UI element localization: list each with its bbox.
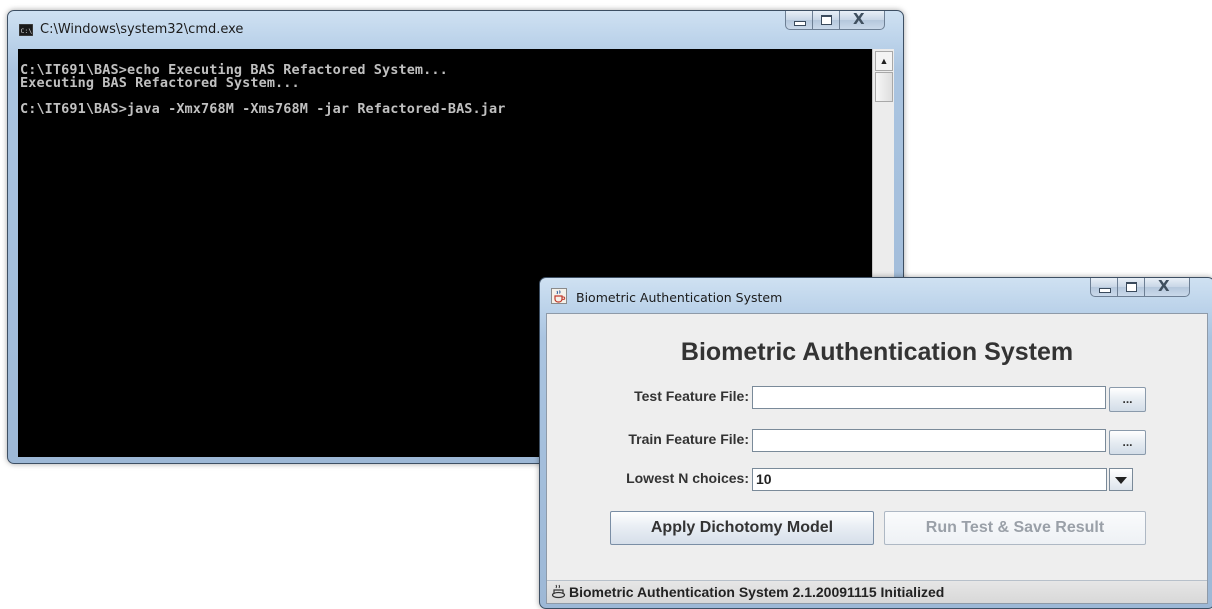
lowest-n-select[interactable]: 10 [752, 468, 1107, 491]
maximize-button[interactable] [1117, 278, 1144, 297]
close-icon: X [1158, 277, 1170, 295]
scroll-thumb[interactable] [875, 72, 893, 102]
status-icon [551, 584, 566, 599]
minimize-button[interactable] [1090, 278, 1117, 297]
close-icon: X [853, 10, 865, 28]
minimize-button[interactable] [785, 11, 812, 30]
cmd-caption-buttons: X [785, 10, 885, 31]
console-text: C:\IT691\BAS>echo Executing BAS Refactor… [20, 62, 506, 117]
biometric-titlebar[interactable]: Biometric Authentication System X [540, 277, 1212, 314]
page-title: Biometric Authentication System [680, 338, 1074, 366]
browse-train-button[interactable]: ... [1109, 430, 1146, 455]
chevron-down-icon [1115, 477, 1127, 484]
maximize-icon [1126, 282, 1137, 292]
lowest-n-label: Lowest N choices: [626, 470, 749, 486]
test-feature-field[interactable] [752, 386, 1106, 409]
train-feature-field[interactable] [752, 429, 1106, 452]
biometric-caption-buttons: X [1090, 277, 1190, 298]
cmd-app-icon: C:\ [19, 24, 33, 36]
cmd-titlebar[interactable]: C:\ C:\Windows\system32\cmd.exe X [8, 10, 903, 47]
browse-test-button[interactable]: ... [1109, 387, 1146, 412]
minimize-icon [1099, 288, 1111, 293]
train-feature-label: Train Feature File: [628, 431, 749, 447]
java-cup-icon [551, 288, 567, 304]
status-bar: Biometric Authentication System 2.1.2009… [547, 580, 1207, 603]
biometric-window-title: Biometric Authentication System [576, 290, 783, 305]
test-feature-label: Test Feature File: [634, 388, 749, 404]
biometric-content: Biometric Authentication System Test Fea… [546, 313, 1208, 604]
close-button[interactable]: X [839, 10, 885, 30]
maximize-button[interactable] [812, 11, 839, 30]
lowest-n-dropdown-button[interactable] [1109, 468, 1133, 491]
svg-text:C:\: C:\ [21, 27, 33, 35]
maximize-icon [821, 15, 832, 25]
scroll-up-button[interactable]: ▲ [875, 51, 893, 71]
apply-dichotomy-button[interactable]: Apply Dichotomy Model [610, 511, 874, 545]
status-text: Biometric Authentication System 2.1.2009… [569, 584, 945, 600]
arrow-up-icon: ▲ [879, 56, 889, 66]
biometric-window[interactable]: Biometric Authentication System X Biomet… [539, 277, 1212, 609]
run-test-button[interactable]: Run Test & Save Result [884, 511, 1146, 545]
close-button[interactable]: X [1144, 277, 1190, 297]
cmd-window-title: C:\Windows\system32\cmd.exe [40, 22, 244, 37]
minimize-icon [794, 21, 806, 26]
